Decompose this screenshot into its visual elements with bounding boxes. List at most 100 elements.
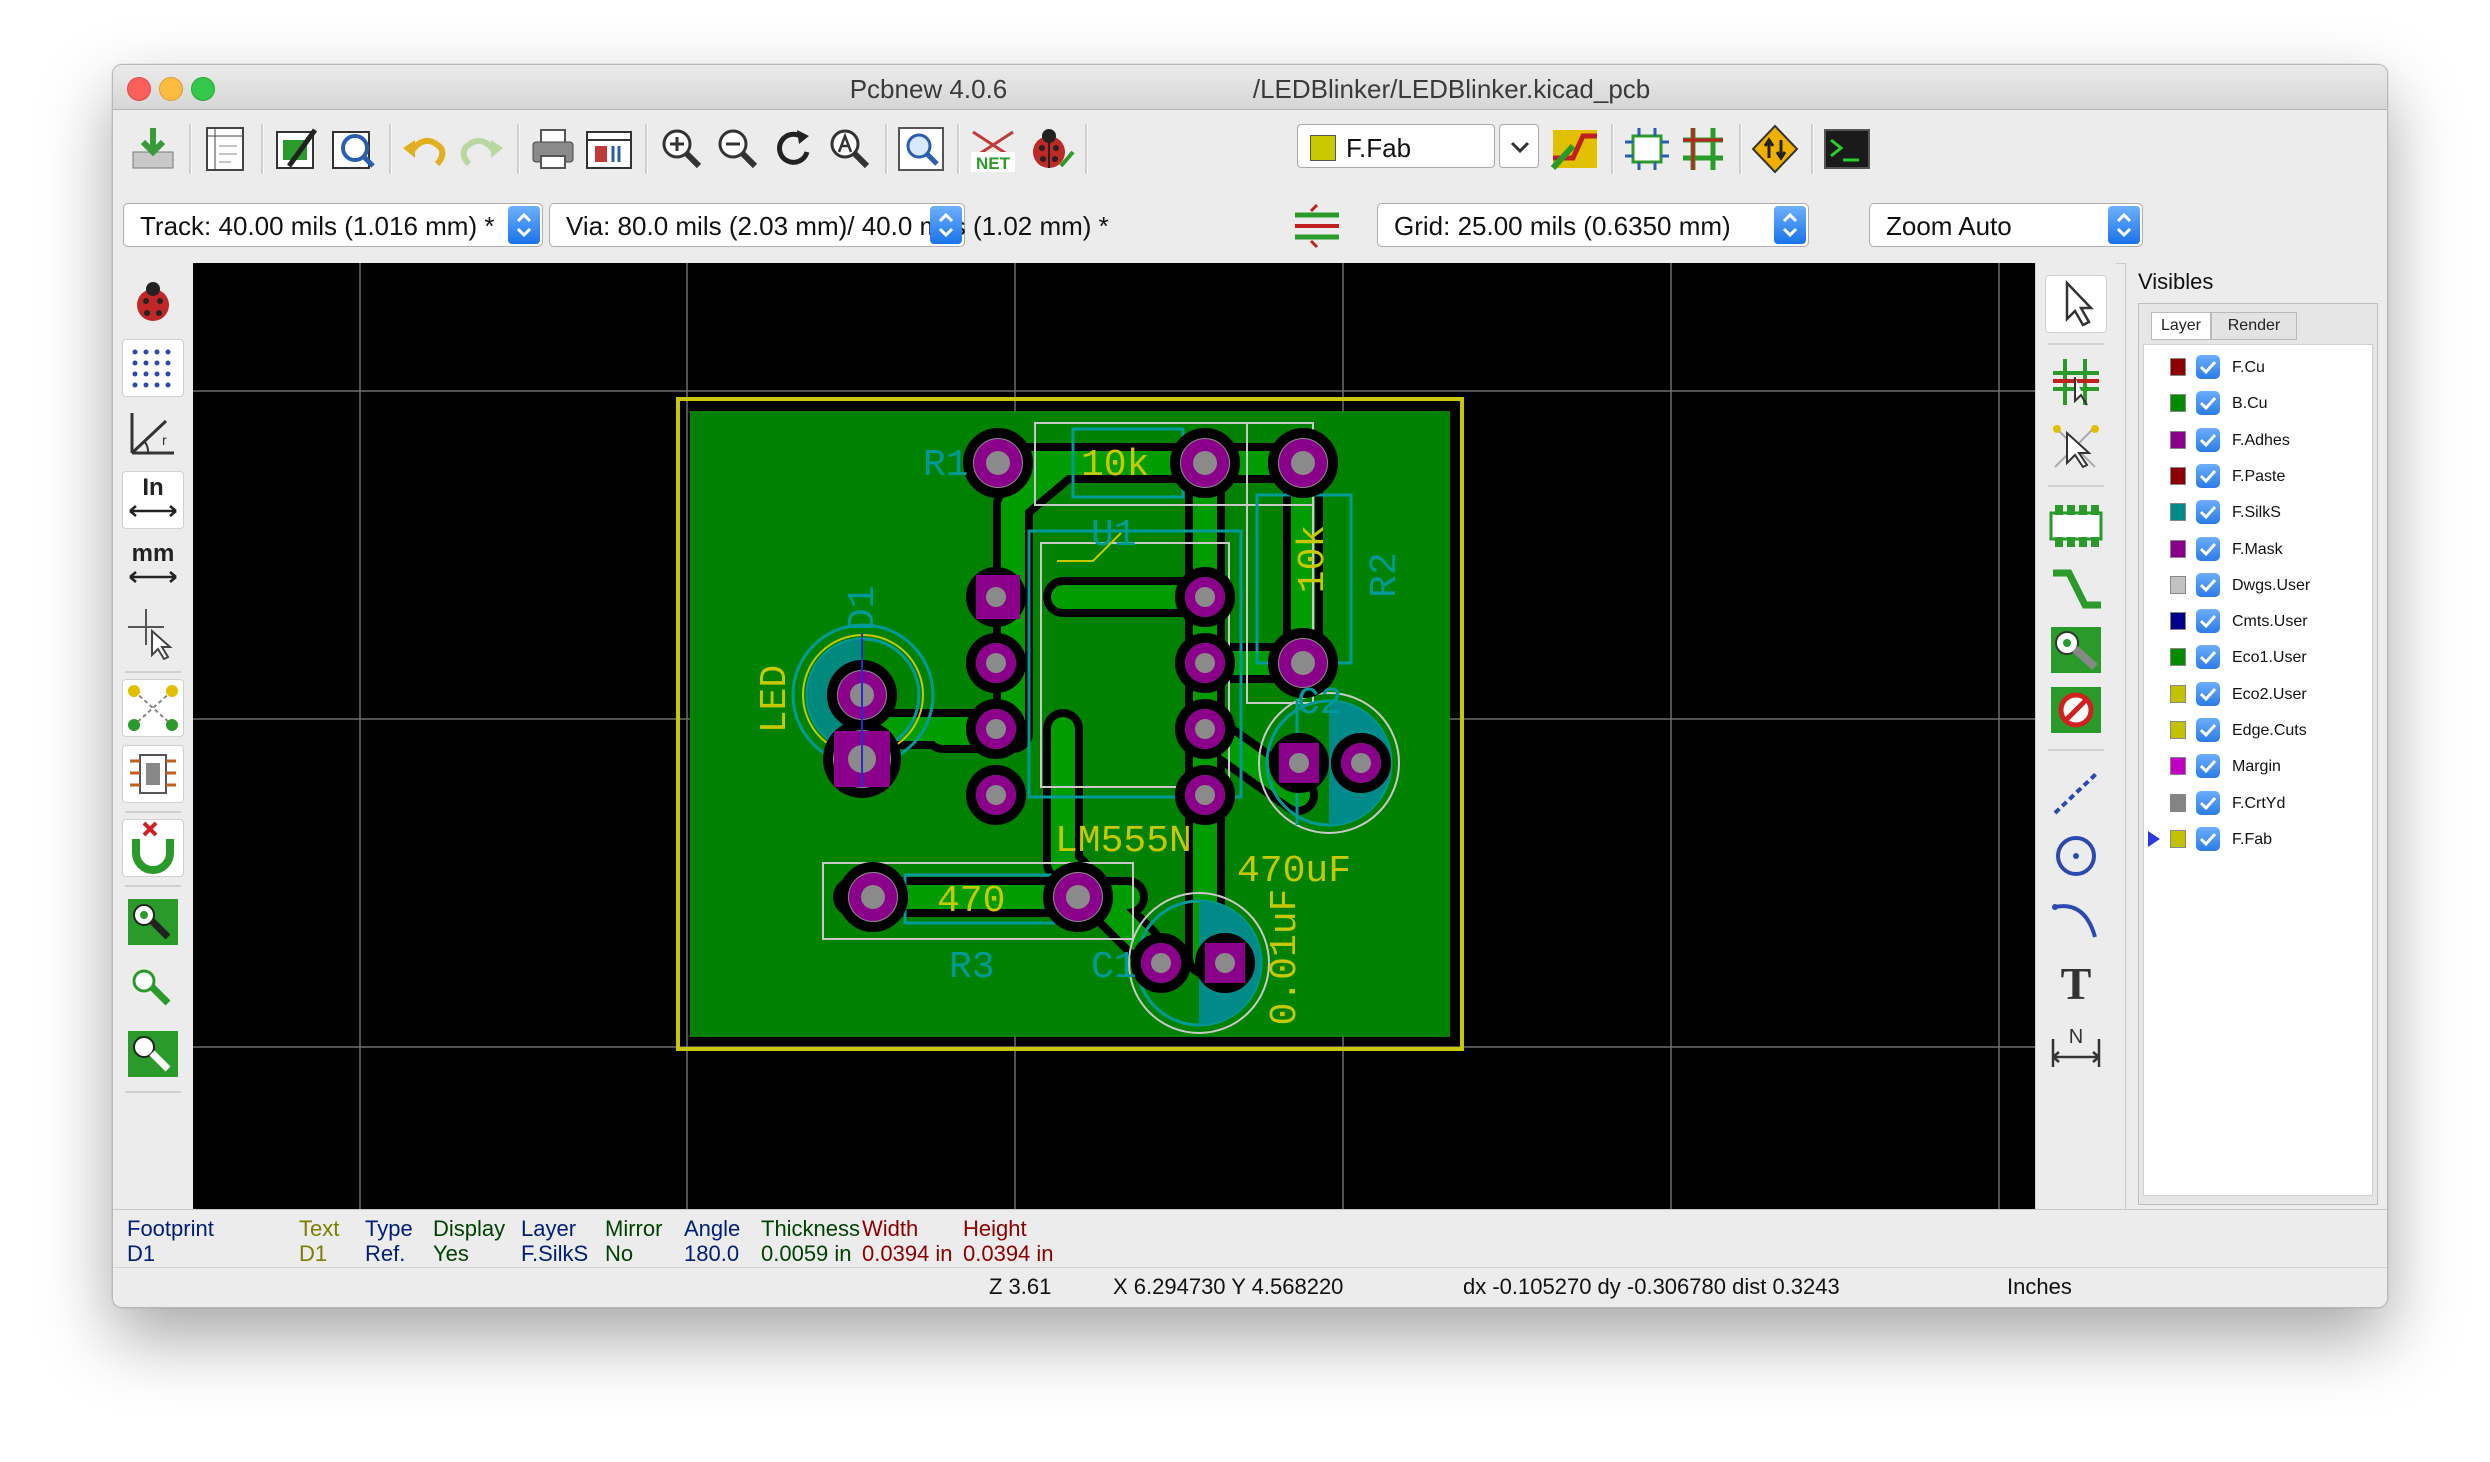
checkmark-icon (2199, 651, 2217, 665)
layer-row[interactable]: F.Mask (2144, 533, 2372, 567)
layer-color-swatch[interactable] (2170, 757, 2186, 776)
select-tool-button[interactable] (2045, 275, 2107, 333)
layer-row[interactable]: Cmts.User (2144, 605, 2372, 639)
units-mm-button[interactable]: mm (122, 537, 184, 595)
tab-layer[interactable]: Layer (2151, 312, 2211, 340)
add-text-button[interactable]: T (2045, 953, 2107, 1011)
add-circle-button[interactable] (2045, 827, 2107, 885)
pcb-canvas[interactable]: R1 10k U1 LM555N 10k R2 D1 LED C2 470uF … (193, 263, 2035, 1209)
layer-visible-checkbox[interactable] (2196, 500, 2220, 525)
layer-row[interactable]: F.CrtYd (2144, 787, 2372, 821)
add-footprint-button[interactable] (2045, 497, 2107, 555)
module-ratsnest-button[interactable] (122, 745, 184, 803)
local-ratsnest-button[interactable] (2045, 417, 2107, 475)
drc-button[interactable] (1021, 122, 1077, 176)
layer-color-swatch[interactable] (2170, 793, 2186, 812)
undo-button[interactable] (397, 122, 453, 176)
layer-color-swatch[interactable] (2170, 648, 2186, 667)
layer-visible-checkbox[interactable] (2196, 718, 2220, 742)
layer-row[interactable]: Edge.Cuts (2144, 714, 2372, 748)
layer-row[interactable]: F.Adhes (2144, 424, 2372, 458)
layer-visible-checkbox[interactable] (2196, 427, 2220, 452)
layer-row[interactable]: B.Cu (2144, 387, 2372, 421)
layer-color-swatch[interactable] (2170, 539, 2186, 558)
layer-visible-checkbox[interactable] (2196, 536, 2220, 561)
layer-color-swatch[interactable] (2170, 466, 2186, 485)
find-button[interactable] (893, 122, 949, 176)
active-layer-select[interactable]: F.Fab (1297, 124, 1495, 168)
layer-visible-checkbox[interactable] (2196, 355, 2220, 379)
auto-track-width-button[interactable] (1289, 199, 1345, 253)
footprint-mode-icon (1625, 128, 1669, 170)
tab-render[interactable]: Render (2211, 312, 2297, 340)
zoom-in-button[interactable] (653, 122, 709, 176)
layer-color-swatch[interactable] (2170, 358, 2186, 376)
auto-delete-track-button[interactable] (122, 819, 184, 877)
zoom-fit-button[interactable] (821, 122, 877, 176)
track-width-select[interactable]: Track: 40.00 mils (1.016 mm) * (123, 203, 543, 247)
layer-color-swatch[interactable] (2170, 575, 2186, 594)
layer-visible-checkbox[interactable] (2196, 826, 2220, 851)
layer-visible-checkbox[interactable] (2196, 790, 2220, 815)
mode-footprint-button[interactable] (1619, 122, 1675, 176)
layer-row[interactable]: Dwgs.User (2144, 569, 2372, 603)
add-zone-button[interactable] (2045, 681, 2107, 739)
layer-row[interactable]: Margin (2144, 750, 2372, 784)
layer-row[interactable]: Eco2.User (2144, 678, 2372, 712)
polar-coords-button[interactable]: r (122, 405, 184, 463)
footprint-viewer-button[interactable] (325, 122, 381, 176)
print-button[interactable] (525, 122, 581, 176)
cursor-shape-button[interactable] (122, 603, 184, 661)
layer-visible-checkbox[interactable] (2196, 681, 2220, 706)
drc-off-button[interactable] (122, 273, 184, 331)
layer-color-swatch[interactable] (2170, 721, 2186, 739)
show-grid-button[interactable] (122, 339, 184, 397)
layer-color-swatch[interactable] (2170, 430, 2186, 449)
scripting-console-button[interactable] (1819, 122, 1875, 176)
page-settings-button[interactable] (197, 122, 253, 176)
layer-row[interactable]: F.Fab (2144, 823, 2372, 857)
via-size-select[interactable]: Via: 80.0 mils (2.03 mm)/ 40.0 mils (1.0… (549, 203, 1109, 247)
via-sketch-button[interactable] (122, 959, 184, 1017)
layer-pair-button[interactable] (1547, 122, 1603, 176)
layer-row[interactable]: Eco1.User (2144, 641, 2372, 675)
highlight-net-button[interactable] (2045, 353, 2107, 411)
redo-button[interactable] (453, 122, 509, 176)
layer-dropdown-button[interactable] (1499, 124, 1539, 168)
layer-visible-checkbox[interactable] (2196, 609, 2220, 634)
layer-color-swatch[interactable] (2170, 684, 2186, 703)
add-dimension-button[interactable]: N (2045, 1019, 2107, 1077)
layer-color-swatch[interactable] (2170, 394, 2186, 413)
layer-color-swatch[interactable] (2170, 503, 2186, 522)
message-value: F.SilkS (521, 1241, 589, 1266)
pad-sketch-button[interactable] (122, 893, 184, 951)
load-board-button[interactable] (125, 122, 181, 176)
zoom-out-button[interactable] (709, 122, 765, 176)
show-ratsnest-button[interactable] (122, 679, 184, 737)
units-inch-button[interactable]: In (122, 471, 184, 529)
track-sketch-button[interactable] (122, 1025, 184, 1083)
mode-track-button[interactable] (1675, 122, 1731, 176)
redraw-button[interactable] (765, 122, 821, 176)
layer-color-swatch[interactable] (2170, 829, 2186, 848)
plot-button[interactable] (581, 122, 637, 176)
layer-color-swatch[interactable] (2170, 612, 2186, 631)
layer-visible-checkbox[interactable] (2196, 645, 2220, 670)
layer-row[interactable]: F.Paste (2144, 460, 2372, 494)
layer-row[interactable]: F.Cu (2144, 351, 2372, 385)
layer-visible-checkbox[interactable] (2196, 754, 2220, 779)
microwave-tools-button[interactable] (1747, 122, 1803, 176)
zoom-select[interactable]: Zoom Auto (1869, 203, 2143, 247)
add-via-button[interactable] (2045, 621, 2107, 679)
layer-visible-checkbox[interactable] (2196, 572, 2220, 597)
layer-visible-checkbox[interactable] (2196, 391, 2220, 416)
c1-value: 0.01uF (1264, 889, 1307, 1026)
footprint-editor-button[interactable] (269, 122, 325, 176)
grid-select[interactable]: Grid: 25.00 mils (0.6350 mm) (1377, 203, 1809, 247)
layer-row[interactable]: F.SilkS (2144, 496, 2372, 530)
add-arc-button[interactable] (2045, 891, 2107, 949)
read-netlist-button[interactable]: NET (965, 122, 1021, 176)
add-track-button[interactable] (2045, 561, 2107, 619)
add-line-button[interactable] (2045, 763, 2107, 821)
layer-visible-checkbox[interactable] (2196, 463, 2220, 488)
